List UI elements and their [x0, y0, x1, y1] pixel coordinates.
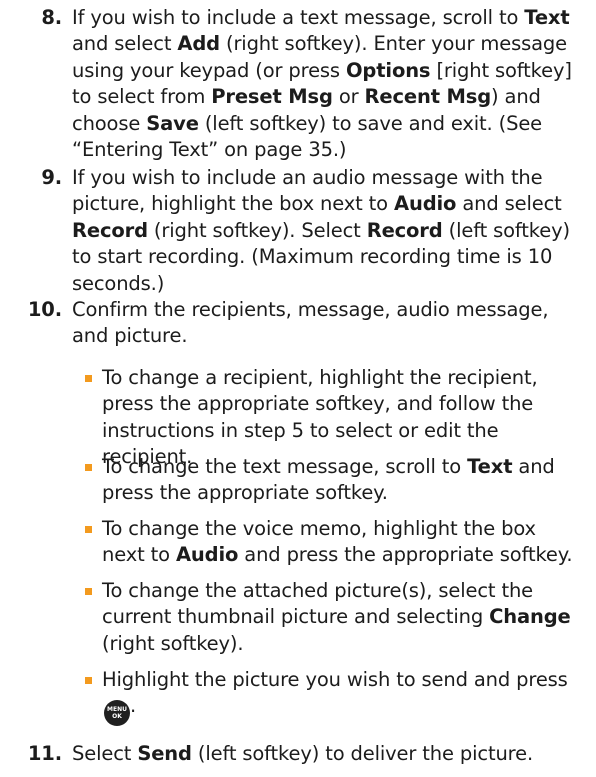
- menu-option-change: Change: [489, 605, 571, 629]
- menu-option-audio: Audio: [394, 192, 457, 216]
- manual-page: 8. If you wish to include a text message…: [0, 0, 596, 777]
- step-number: 11.: [27, 742, 62, 765]
- step-9-text: If you wish to include an audio message …: [72, 166, 570, 295]
- menu-option-audio: Audio: [175, 543, 239, 567]
- bullet-square-icon: [85, 526, 92, 533]
- step-11-text: Select Send (left softkey) to deliver th…: [72, 742, 534, 765]
- bullet-square-icon: [85, 588, 92, 595]
- menu-option-record: Record: [72, 218, 148, 242]
- step-number: 9.: [41, 166, 62, 189]
- bullet-square-icon: [85, 375, 92, 382]
- menu-option-text: Text: [524, 6, 570, 29]
- menu-option-recent-msg: Recent Msg: [364, 85, 492, 109]
- bullet-item: To change the attached picture(s), selec…: [85, 578, 582, 657]
- menu-option-options: Options: [346, 58, 431, 82]
- bullet-item: To change the text message, scroll to Te…: [85, 454, 582, 507]
- menu-ok-key-icon: MENU OK: [104, 700, 130, 727]
- step-8-text: If you wish to include a text message, s…: [72, 6, 572, 162]
- step-number: 10.: [27, 298, 62, 321]
- step-number: 8.: [41, 6, 62, 29]
- bullet-item: Highlight the picture you wish to send a…: [85, 667, 582, 727]
- menu-option-add: Add: [177, 32, 220, 56]
- menu-option-save: Save: [146, 111, 199, 135]
- bullet-square-icon: [85, 677, 92, 684]
- bullet-square-icon: [85, 464, 92, 471]
- menu-option-text: Text: [467, 455, 513, 478]
- step-10-text: Confirm the recipients, message, audio m…: [72, 298, 549, 348]
- menu-option-send: Send: [137, 742, 192, 765]
- menu-option-record-left: Record: [366, 218, 443, 242]
- bullet-item: To change the voice memo, highlight the …: [85, 516, 582, 569]
- menu-option-preset-msg: Preset Msg: [211, 85, 333, 109]
